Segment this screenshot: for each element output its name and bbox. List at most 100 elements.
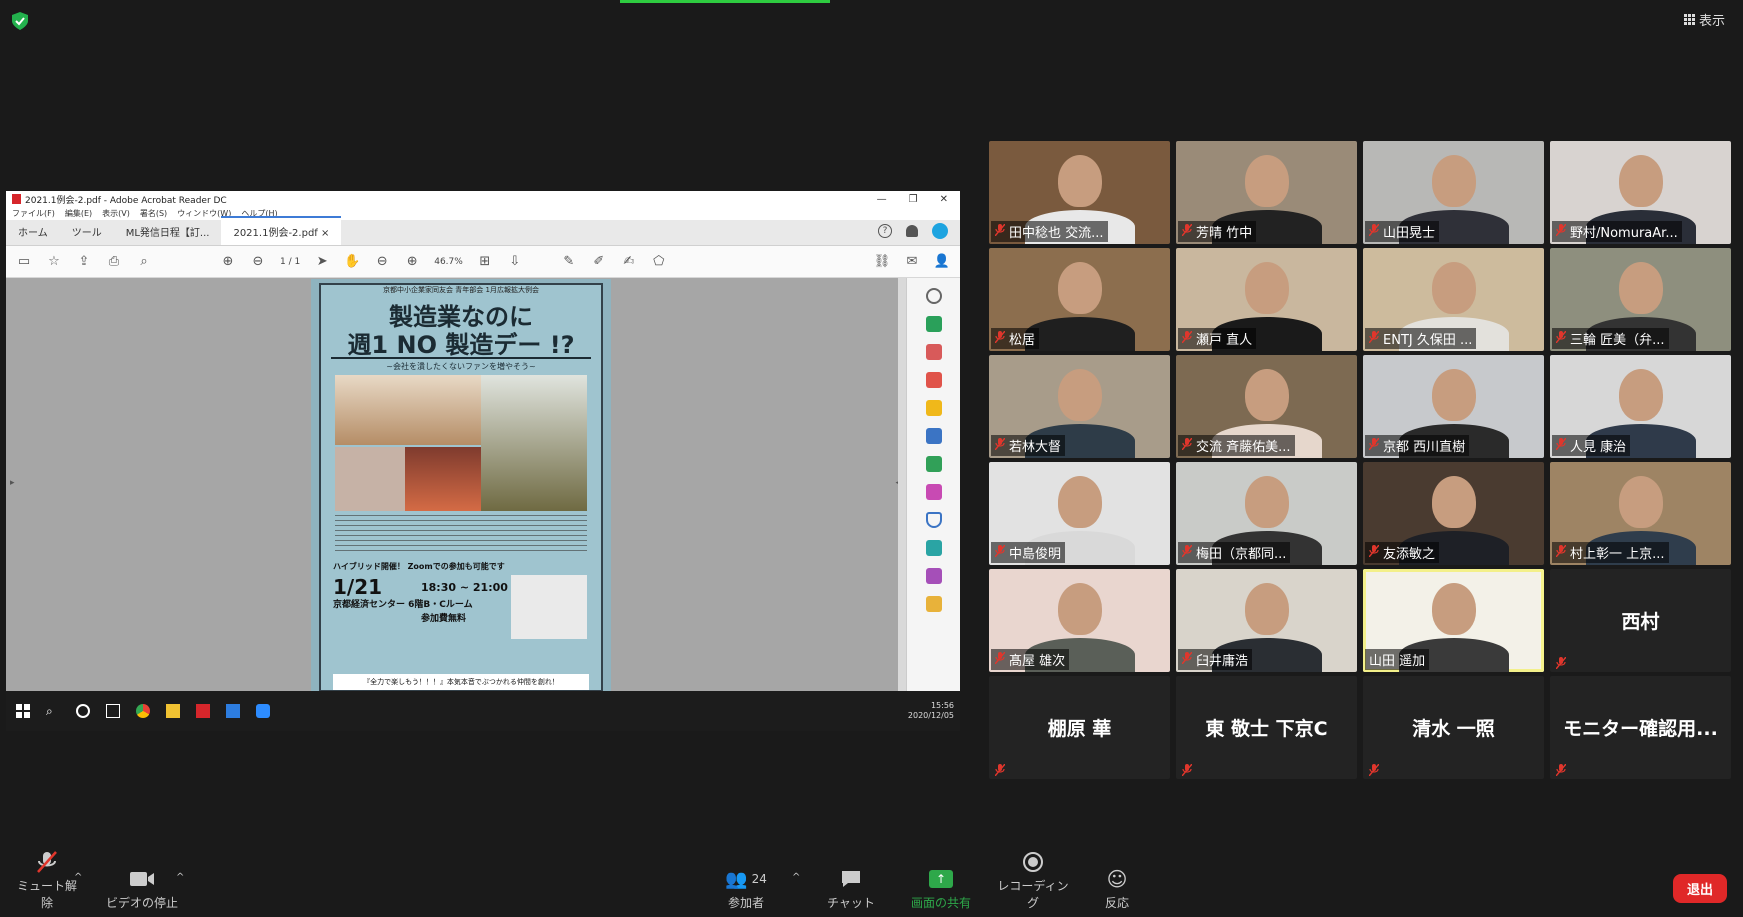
participant-tile[interactable]: 松居 bbox=[989, 248, 1170, 351]
participant-tile-no-video[interactable]: 東 敬士 下京C bbox=[1176, 676, 1357, 779]
left-panel-arrow-icon[interactable]: ▸ bbox=[10, 478, 15, 488]
participant-tile[interactable]: 野村/NomuraAr... bbox=[1550, 141, 1731, 244]
compress-icon[interactable] bbox=[925, 428, 942, 444]
participant-tile[interactable]: 瀬戸 直人 bbox=[1176, 248, 1357, 351]
search-icon[interactable]: ⌕ bbox=[136, 254, 152, 270]
document-scrollbar[interactable] bbox=[898, 278, 906, 691]
mail-icon[interactable]: ✉ bbox=[904, 254, 920, 270]
scroll-mode-icon[interactable]: ⇩ bbox=[507, 254, 523, 270]
participant-tile[interactable]: 若林大督 bbox=[989, 355, 1170, 458]
tab-home[interactable]: ホーム bbox=[6, 218, 60, 245]
participant-tile[interactable]: 山田 遥加 bbox=[1363, 569, 1544, 672]
participant-tile[interactable]: ENTJ 久保田 ... bbox=[1363, 248, 1544, 351]
fill-sign-icon[interactable] bbox=[925, 484, 942, 500]
windows-start-icon[interactable] bbox=[16, 704, 30, 718]
participants-caret-icon[interactable]: ^ bbox=[792, 872, 800, 883]
explorer-icon[interactable] bbox=[166, 704, 180, 718]
tab-current-pdf[interactable]: 2021.1例会-2.pdf × bbox=[221, 216, 342, 245]
upload-icon[interactable]: ⇪ bbox=[76, 254, 92, 270]
taskbar-search-icon[interactable]: ⌕ bbox=[46, 704, 60, 718]
participant-tile[interactable]: 芳晴 竹中 bbox=[1176, 141, 1357, 244]
acrobat-taskbar-icon[interactable] bbox=[196, 704, 210, 718]
participant-tile[interactable]: 友添敏之 bbox=[1363, 462, 1544, 565]
fit-page-icon[interactable]: ⊞ bbox=[477, 254, 493, 270]
highlight-icon[interactable]: ✐ bbox=[591, 254, 607, 270]
stop-video-button[interactable]: ビデオの停止 bbox=[104, 864, 180, 911]
participant-tile[interactable]: 人見 康治 bbox=[1550, 355, 1731, 458]
participant-tile-no-video[interactable]: 棚原 華 bbox=[989, 676, 1170, 779]
shared-screen: 2021.1例会-2.pdf - Adobe Acrobat Reader DC… bbox=[6, 191, 960, 731]
stamp-icon[interactable]: ⬠ bbox=[651, 254, 667, 270]
export-pdf-icon[interactable] bbox=[925, 372, 942, 388]
zoom-taskbar-icon[interactable] bbox=[256, 704, 270, 718]
flyer-body-text bbox=[335, 515, 587, 555]
tab-tools[interactable]: ツール bbox=[60, 218, 114, 245]
link-icon[interactable]: ⛓ bbox=[874, 254, 891, 270]
page-down-icon[interactable]: ⊖ bbox=[250, 254, 266, 270]
share-user-icon[interactable]: 👤 bbox=[934, 254, 950, 270]
cortana-icon[interactable] bbox=[76, 704, 90, 718]
enhance-scan-icon[interactable] bbox=[925, 540, 942, 556]
view-button[interactable]: 表示 bbox=[1683, 10, 1725, 29]
tab-ml-schedule[interactable]: ML発信日程【訂... bbox=[114, 218, 222, 245]
help-icon[interactable]: ? bbox=[878, 224, 892, 238]
select-tool-icon[interactable]: ➤ bbox=[314, 254, 330, 270]
close-icon[interactable]: ✕ bbox=[940, 194, 948, 205]
account-avatar[interactable] bbox=[932, 223, 948, 239]
share-screen-button[interactable]: ↑ 画面の共有 bbox=[906, 864, 976, 911]
edit-pdf-icon[interactable] bbox=[925, 456, 942, 472]
participant-tile[interactable]: 京都 西川直樹 bbox=[1363, 355, 1544, 458]
chrome-icon[interactable] bbox=[136, 704, 150, 718]
page-indicator[interactable]: 1 / 1 bbox=[280, 257, 300, 267]
page-up-icon[interactable]: ⊕ bbox=[220, 254, 236, 270]
participant-tile[interactable]: 村上彰一 上京... bbox=[1550, 462, 1731, 565]
participant-tile-no-video[interactable]: 清水 一照 bbox=[1363, 676, 1544, 779]
task-view-icon[interactable] bbox=[106, 704, 120, 718]
protect-icon[interactable] bbox=[925, 512, 942, 528]
participants-button[interactable]: 👥 24 参加者 bbox=[716, 864, 776, 911]
leave-button[interactable]: 退出 bbox=[1672, 874, 1727, 903]
minimize-icon[interactable]: — bbox=[877, 194, 887, 205]
muted-mic-icon bbox=[1368, 761, 1380, 777]
tab-close-icon[interactable]: × bbox=[321, 228, 329, 239]
participant-name-text: 田中稔也 交流... bbox=[1009, 226, 1104, 241]
participant-tile[interactable]: 中島俊明 bbox=[989, 462, 1170, 565]
create-pdf-icon[interactable] bbox=[925, 316, 942, 332]
sign-icon[interactable]: ✍ bbox=[621, 254, 637, 270]
print-icon[interactable]: ⎙ bbox=[106, 254, 122, 270]
organize-icon[interactable] bbox=[925, 344, 942, 360]
shield-icon[interactable] bbox=[12, 12, 28, 30]
zoom-out-icon[interactable]: ⊖ bbox=[374, 254, 390, 270]
save-icon[interactable]: ▭ bbox=[16, 254, 32, 270]
folder-icon[interactable] bbox=[925, 596, 942, 612]
participant-tile[interactable]: 田中稔也 交流... bbox=[989, 141, 1170, 244]
participant-tile[interactable]: 髙屋 雄次 bbox=[989, 569, 1170, 672]
signature-icon[interactable] bbox=[925, 568, 942, 584]
star-icon[interactable]: ☆ bbox=[46, 254, 62, 270]
participant-name: 中島俊明 bbox=[991, 542, 1066, 563]
bell-icon[interactable] bbox=[906, 225, 918, 237]
participant-tile[interactable]: 臼井庸浩 bbox=[1176, 569, 1357, 672]
restore-icon[interactable]: ❐ bbox=[909, 194, 918, 205]
audio-options-caret-icon[interactable]: ^ bbox=[74, 872, 82, 883]
record-button[interactable]: レコーディング bbox=[996, 847, 1070, 911]
comment-icon[interactable]: ✎ bbox=[561, 254, 577, 270]
participant-tile[interactable]: 三輪 匠美（弁... bbox=[1550, 248, 1731, 351]
participant-tile[interactable]: 梅田（京都同... bbox=[1176, 462, 1357, 565]
search-tool-icon[interactable] bbox=[925, 288, 942, 304]
taskbar-clock[interactable]: 15:56 2020/12/05 bbox=[908, 701, 960, 721]
participant-tile[interactable]: 交流 斉藤佑美... bbox=[1176, 355, 1357, 458]
zoom-level-select[interactable]: 46.7% bbox=[434, 257, 463, 267]
zoom-in-icon[interactable]: ⊕ bbox=[404, 254, 420, 270]
comment-tool-icon[interactable] bbox=[925, 400, 942, 416]
participant-tile-no-video[interactable]: 西村 bbox=[1550, 569, 1731, 672]
participant-tile-no-video[interactable]: モニター確認用... bbox=[1550, 676, 1731, 779]
reactions-button[interactable]: ☺ 反応 bbox=[1096, 864, 1138, 911]
participant-name-large: 東 敬士 下京C bbox=[1205, 718, 1328, 740]
unmute-button[interactable]: ミュート解除 bbox=[14, 847, 80, 911]
hand-tool-icon[interactable]: ✋ bbox=[344, 254, 360, 270]
edge-icon[interactable] bbox=[226, 704, 240, 718]
video-options-caret-icon[interactable]: ^ bbox=[176, 872, 184, 883]
participant-tile[interactable]: 山田晃士 bbox=[1363, 141, 1544, 244]
chat-button[interactable]: チャット bbox=[826, 864, 876, 911]
